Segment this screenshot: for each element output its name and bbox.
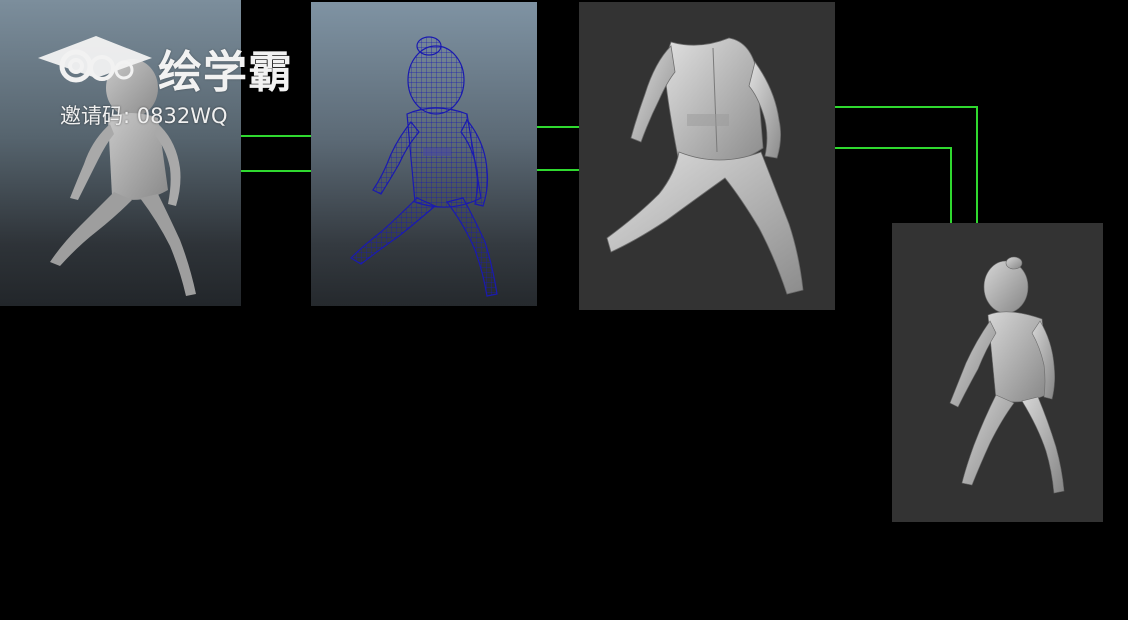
watermark-logo: 绘学霸 bbox=[36, 30, 306, 100]
graduation-cap-cloud-icon bbox=[38, 36, 152, 83]
connector-line bbox=[835, 147, 952, 223]
brand-name: 绘学霸 bbox=[158, 47, 293, 98]
connector-line bbox=[835, 106, 978, 223]
invite-code: 邀请码: 0832WQ bbox=[60, 104, 228, 128]
